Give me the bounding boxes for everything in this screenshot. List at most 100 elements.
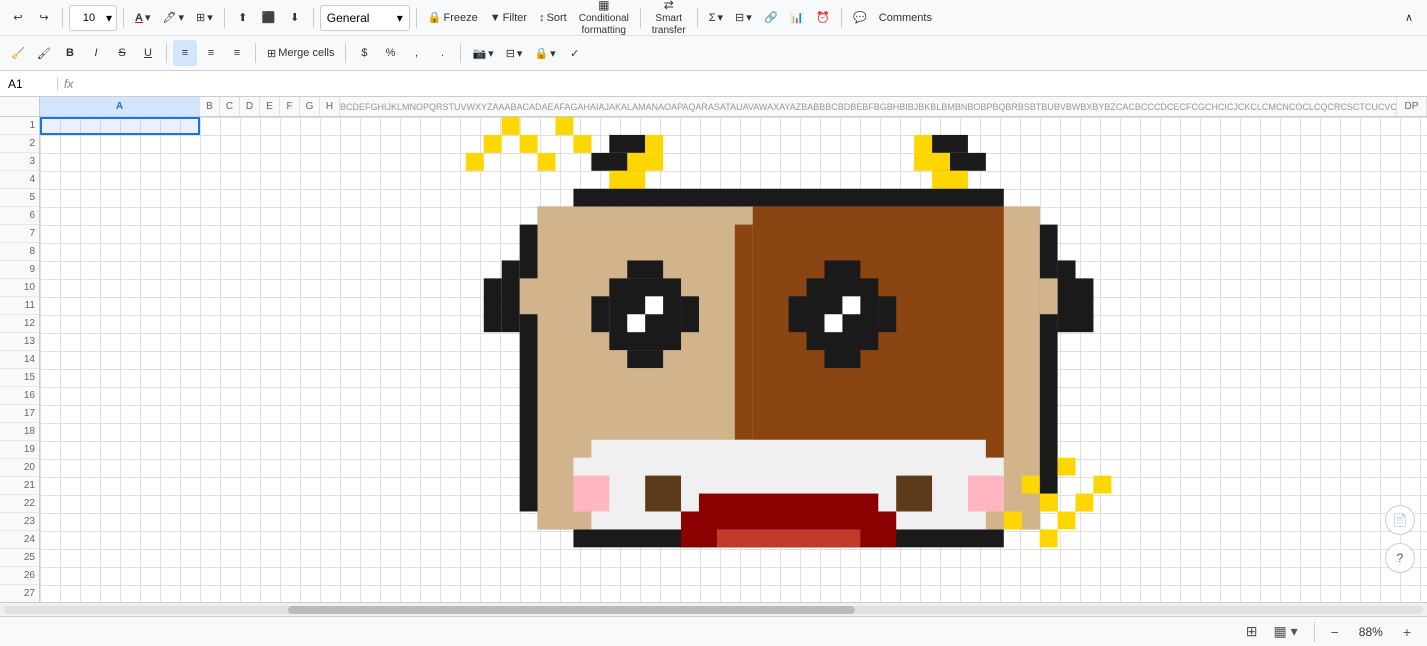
row-num-25: 25 — [0, 549, 39, 567]
scrollbar-thumb[interactable] — [288, 606, 856, 614]
erase-button[interactable]: 🧹 — [6, 40, 30, 66]
row-num-12: 12 — [0, 315, 39, 333]
help-button[interactable]: ? — [1385, 543, 1415, 573]
smart-transfer-button[interactable]: ⇄ Smart transfer — [647, 1, 691, 35]
top-right-area: ∧ — [1397, 5, 1421, 31]
align-right-button[interactable]: ≡ — [225, 40, 249, 66]
scrollbar-area[interactable] — [0, 602, 1427, 616]
chart-icon: 📊 — [790, 11, 804, 24]
vertical-align-top-button[interactable]: ⬆ — [231, 5, 255, 31]
separator-9 — [166, 43, 167, 63]
highlight-color-button[interactable]: 🖊 ▾ — [158, 5, 190, 31]
sheet-dropdown-icon: ▾ — [1291, 623, 1298, 639]
sort-label: Sort — [547, 12, 567, 24]
underline-button[interactable]: U — [136, 40, 160, 66]
v-align-mid-icon: ⬛ — [262, 11, 276, 24]
separator-12 — [460, 43, 461, 63]
col-header-f[interactable]: F — [280, 97, 300, 116]
comments-button[interactable]: Comments — [874, 5, 937, 31]
col-header-c[interactable]: C — [220, 97, 240, 116]
align-left-button[interactable]: ≡ — [173, 40, 197, 66]
align-center-button[interactable]: ≡ — [199, 40, 223, 66]
row-num-11: 11 — [0, 297, 39, 315]
formula-input[interactable] — [79, 77, 1419, 91]
redo-icon: ↪ — [39, 11, 48, 24]
font-size-selector[interactable]: 10 ▾ — [69, 5, 117, 31]
italic-button[interactable]: I — [84, 40, 108, 66]
merge-cells-button[interactable]: ⊞ Merge cells — [262, 40, 339, 66]
conditional-formatting-button[interactable]: ▦ Conditional formatting — [574, 1, 634, 35]
undo-button[interactable]: ↩ — [6, 5, 30, 31]
paint-format-icon: 🖌 — [37, 47, 51, 60]
font-color-button[interactable]: A ▾ — [130, 5, 155, 31]
status-separator — [1314, 622, 1315, 642]
align-center-icon: ≡ — [208, 47, 214, 59]
strikethrough-label: S — [118, 47, 125, 59]
corner-cell — [0, 97, 40, 116]
redo-button[interactable]: ↪ — [32, 5, 56, 31]
data-icon: ⊟ — [735, 11, 744, 24]
link-icon: 🔗 — [764, 11, 778, 24]
zoom-out-button[interactable]: − — [1327, 622, 1343, 642]
row-num-4: 4 — [0, 171, 39, 189]
row-num-3: 3 — [0, 153, 39, 171]
collapse-toolbar-button[interactable]: ∧ — [1397, 5, 1421, 31]
font-size-input[interactable]: 10 — [74, 12, 104, 24]
help-icon: ? — [1397, 551, 1404, 565]
col-header-g[interactable]: G — [300, 97, 320, 116]
freeze-button[interactable]: 🔒 Freeze — [423, 5, 483, 31]
row-num-26: 26 — [0, 567, 39, 585]
decrease-decimal-button[interactable]: , — [404, 40, 428, 66]
row-num-8: 8 — [0, 243, 39, 261]
row-num-7: 7 — [0, 225, 39, 243]
dollar-button[interactable]: $ — [352, 40, 376, 66]
sum-dropdown-icon: ▾ — [718, 11, 724, 24]
sum-button[interactable]: Σ ▾ — [704, 5, 728, 31]
strikethrough-button[interactable]: S — [110, 40, 134, 66]
col-header-e[interactable]: E — [260, 97, 280, 116]
percent-button[interactable]: % — [378, 40, 402, 66]
filter-button[interactable]: ▼ Filter — [485, 5, 532, 31]
grid-view-icon: ⊞ — [1246, 623, 1258, 639]
smart-transfer-label-bot: transfer — [652, 25, 686, 37]
col-header-b[interactable]: B — [200, 97, 220, 116]
col-header-d[interactable]: D — [240, 97, 260, 116]
alarm-button[interactable]: ⏰ — [811, 5, 835, 31]
message-button[interactable]: 💬 — [848, 5, 872, 31]
link-button[interactable]: 🔗 — [759, 5, 783, 31]
merge-cells-icon: ⊞ — [267, 47, 276, 60]
col-header-a[interactable]: A — [40, 97, 200, 116]
horizontal-scrollbar[interactable] — [4, 606, 1423, 614]
grid-view-button[interactable]: ⊞ — [1242, 621, 1262, 642]
chart-button[interactable]: 📊 — [785, 5, 809, 31]
bold-label: B — [66, 47, 74, 59]
col-header-h[interactable]: H — [320, 97, 340, 116]
sort-button[interactable]: ↕ Sort — [534, 5, 572, 31]
font-color-icon: A — [135, 12, 143, 24]
screenshot-btn[interactable]: 📷 ▾ — [467, 40, 498, 66]
data-btn[interactable]: ⊟ ▾ — [730, 5, 757, 31]
document-button[interactable]: 📄 — [1385, 505, 1415, 535]
v-align-bot-icon: ⬇ — [290, 11, 299, 24]
bold-button[interactable]: B — [58, 40, 82, 66]
collapse-icon: ∧ — [1405, 11, 1413, 24]
sheet-view-icon: ▦ — [1273, 623, 1286, 639]
borders-button[interactable]: ⊞ ▾ — [191, 5, 218, 31]
separator-5 — [416, 8, 417, 28]
sheet-view-button[interactable]: ▦ ▾ — [1269, 621, 1301, 642]
vertical-align-bot-button[interactable]: ⬇ — [283, 5, 307, 31]
lock-btn[interactable]: 🔒 ▾ — [529, 40, 560, 66]
zoom-in-button[interactable]: + — [1399, 622, 1415, 642]
main-grid[interactable]: 📄 ? — [40, 117, 1427, 602]
v-align-top-icon: ⬆ — [238, 11, 247, 24]
col-header-dp[interactable]: DP — [1397, 97, 1427, 116]
data2-btn[interactable]: ⊟ ▾ — [501, 40, 528, 66]
conditional-formatting-label-top: Conditional — [579, 13, 629, 25]
checkmark-btn[interactable]: ✓ — [563, 40, 587, 66]
row-num-14: 14 — [0, 351, 39, 369]
vertical-align-mid-button[interactable]: ⬛ — [257, 5, 281, 31]
cell-reference: A1 — [8, 77, 58, 91]
number-format-selector[interactable]: General ▾ — [320, 5, 410, 31]
paint-format-button[interactable]: 🖌 — [32, 40, 56, 66]
increase-decimal-button[interactable]: . — [430, 40, 454, 66]
